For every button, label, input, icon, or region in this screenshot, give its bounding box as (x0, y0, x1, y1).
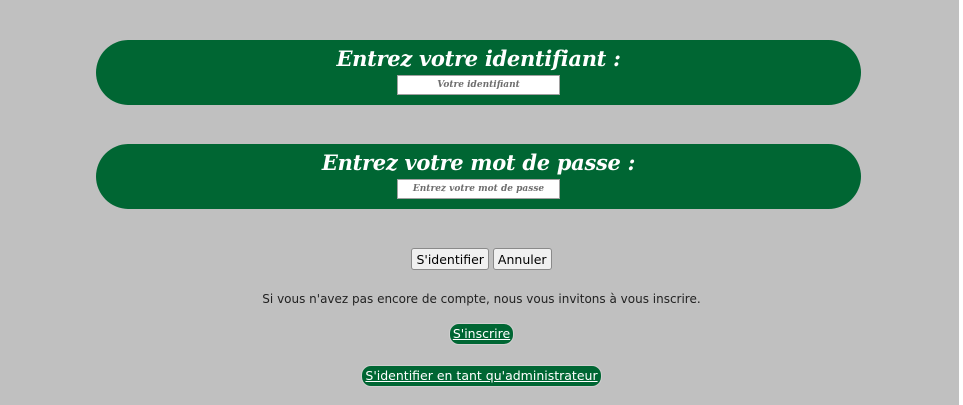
admin-link-row: S'identifier en tant qu'administrateur (0, 365, 963, 387)
password-panel: Entrez votre mot de passe : (96, 144, 861, 209)
login-panel: Entrez votre identifiant : (96, 40, 861, 105)
cancel-button[interactable]: Annuler (492, 248, 552, 270)
login-title: Entrez votre identifiant : (336, 46, 621, 71)
password-title: Entrez votre mot de passe : (321, 150, 636, 175)
register-link[interactable]: S'inscrire (448, 323, 515, 345)
register-invite-text: Si vous n'avez pas encore de compte, nou… (262, 292, 701, 306)
register-link-row: S'inscrire (0, 323, 963, 345)
form-actions: S'identifier Annuler (0, 248, 963, 270)
admin-login-link[interactable]: S'identifier en tant qu'administrateur (361, 365, 602, 387)
password-input[interactable] (397, 179, 560, 199)
username-input[interactable] (397, 75, 560, 95)
submit-button[interactable]: S'identifier (411, 248, 489, 270)
